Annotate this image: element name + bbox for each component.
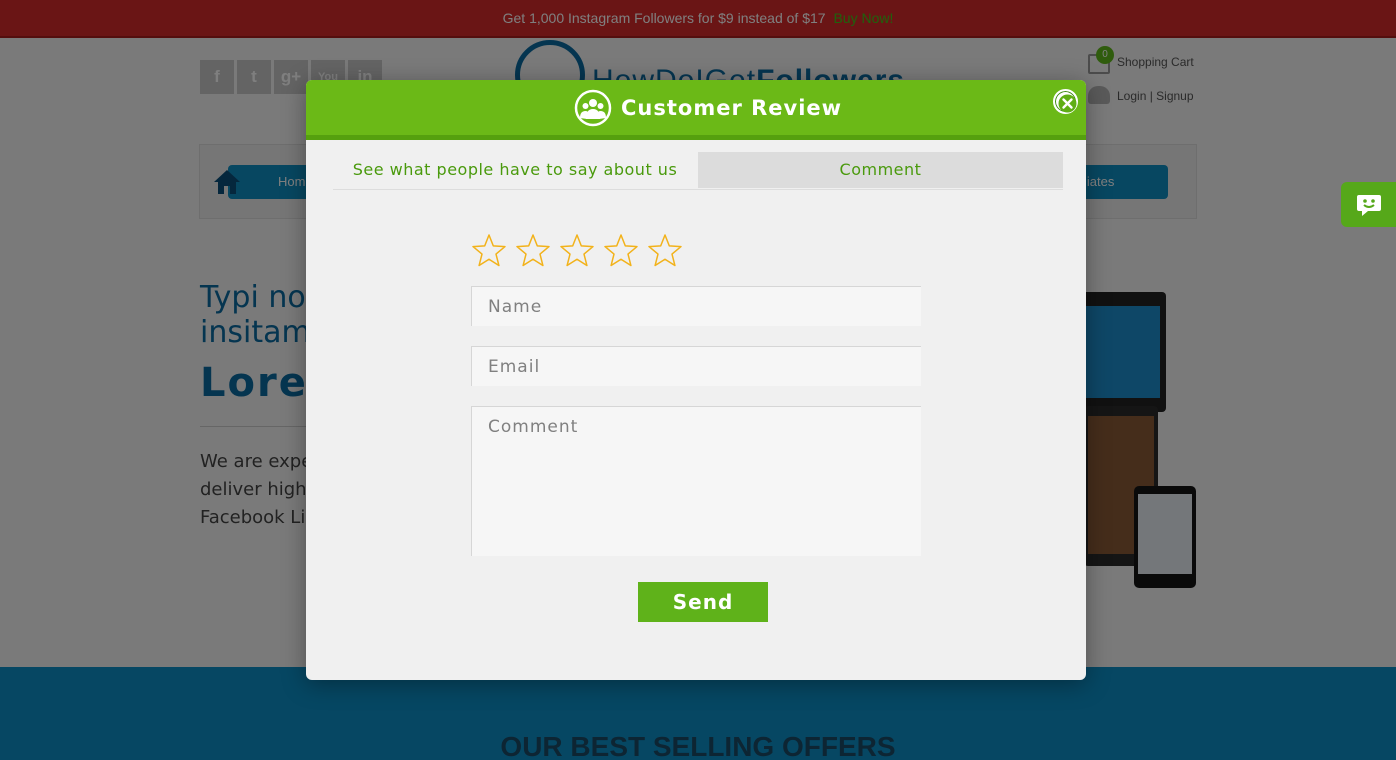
star-5-icon[interactable] xyxy=(647,233,683,269)
star-3-icon[interactable] xyxy=(559,233,595,269)
comment-field[interactable] xyxy=(471,406,921,556)
tab-reviews[interactable]: See what people have to say about us xyxy=(333,152,697,188)
star-2-icon[interactable] xyxy=(515,233,551,269)
star-4-icon[interactable] xyxy=(603,233,639,269)
users-icon xyxy=(574,89,612,127)
modal-title: Customer Review xyxy=(621,96,843,120)
star-rating xyxy=(471,233,683,269)
email-field[interactable] xyxy=(471,346,921,386)
send-button[interactable]: Send xyxy=(638,582,768,622)
star-1-icon[interactable] xyxy=(471,233,507,269)
customer-review-modal: Customer Review See what people have to … xyxy=(306,80,1086,680)
review-tabs: See what people have to say about us Com… xyxy=(333,152,1063,190)
chat-icon xyxy=(1357,195,1381,216)
name-field[interactable] xyxy=(471,286,921,326)
close-button[interactable] xyxy=(1053,89,1078,114)
close-icon xyxy=(1058,94,1077,113)
modal-header: Customer Review xyxy=(306,80,1086,140)
chat-widget-button[interactable] xyxy=(1341,182,1396,227)
tab-comment[interactable]: Comment xyxy=(698,152,1063,188)
